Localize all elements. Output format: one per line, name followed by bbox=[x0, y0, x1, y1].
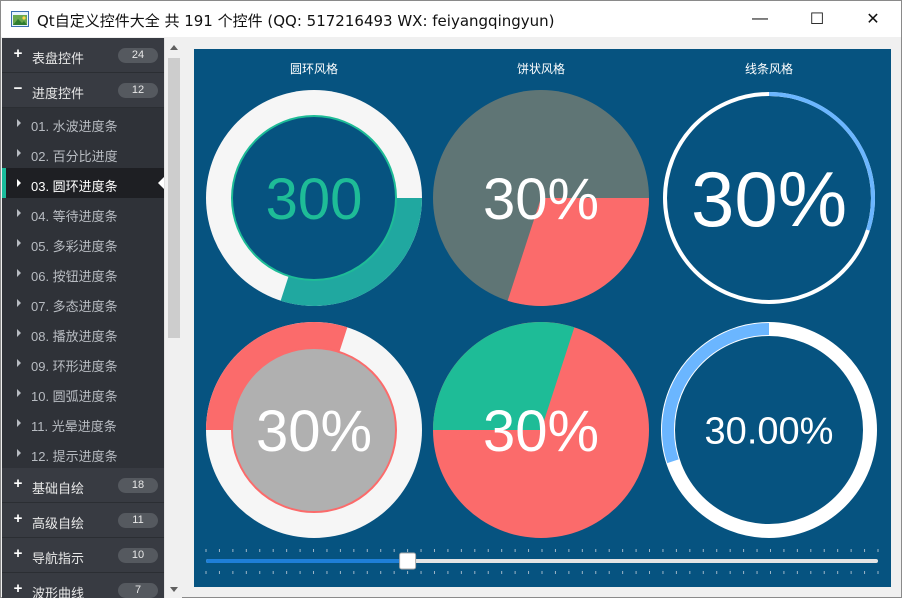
title-bar: Qt自定义控件大全 共 191 个控件 (QQ: 517216493 WX: f… bbox=[1, 1, 901, 37]
count-badge: 12 bbox=[118, 83, 158, 98]
nav-group-label: 表盘控件 bbox=[32, 51, 85, 66]
nav-item[interactable]: 05. 多彩进度条 bbox=[2, 228, 164, 258]
count-badge: 18 bbox=[118, 478, 158, 493]
nav-group-label: 基础自绘 bbox=[32, 481, 85, 496]
nav-item[interactable]: 02. 百分比进度 bbox=[2, 138, 164, 168]
nav-group-label: 导航指示 bbox=[32, 551, 85, 566]
ring-value-label: 300 bbox=[266, 167, 363, 232]
count-badge: 7 bbox=[118, 583, 158, 598]
nav-item-label: 10. 圆弧进度条 bbox=[31, 389, 118, 404]
caret-right-icon bbox=[17, 299, 21, 307]
line-value-label: 30% bbox=[691, 155, 847, 243]
nav-item[interactable]: 06. 按钮进度条 bbox=[2, 258, 164, 288]
slider-handle[interactable] bbox=[399, 552, 417, 570]
nav-item[interactable]: 08. 播放进度条 bbox=[2, 318, 164, 348]
caret-right-icon bbox=[17, 419, 21, 427]
nav-item-label: 04. 等待进度条 bbox=[31, 209, 118, 224]
nav-group-label: 进度控件 bbox=[32, 86, 85, 101]
expand-icon: + bbox=[13, 545, 23, 562]
nav-item[interactable]: 12. 提示进度条 bbox=[2, 438, 164, 468]
progress-demo-canvas: 圆环风格 饼状风格 线条风格 300 30% 30% 30% 30% 30.00% bbox=[205, 61, 879, 574]
nav-item[interactable]: 09. 环形进度条 bbox=[2, 348, 164, 378]
nav-item-label: 07. 多态进度条 bbox=[31, 299, 118, 314]
nav-item-label: 01. 水波进度条 bbox=[31, 119, 118, 134]
nav-item-label: 03. 圆环进度条 bbox=[31, 179, 118, 194]
nav-group-basic-draw[interactable]: + 基础自绘 18 bbox=[2, 468, 164, 503]
nav-item-label: 05. 多彩进度条 bbox=[31, 239, 118, 254]
scroll-thumb[interactable] bbox=[168, 58, 180, 338]
nav-item-label: 02. 百分比进度 bbox=[31, 149, 118, 164]
caret-right-icon bbox=[17, 209, 21, 217]
app-window: Qt自定义控件大全 共 191 个控件 (QQ: 517216493 WX: f… bbox=[0, 0, 902, 598]
scroll-up-icon[interactable] bbox=[170, 45, 178, 50]
nav-group-waveform[interactable]: + 波形曲线 7 bbox=[2, 573, 164, 598]
nav-group-label: 高级自绘 bbox=[32, 516, 85, 531]
caret-right-icon bbox=[17, 149, 21, 157]
ring-value-label: 30% bbox=[256, 399, 372, 464]
nav-group-navigation[interactable]: + 导航指示 10 bbox=[2, 538, 164, 573]
nav-item[interactable]: 01. 水波进度条 bbox=[2, 108, 164, 138]
window-title: Qt自定义控件大全 共 191 个控件 (QQ: 517216493 WX: f… bbox=[37, 12, 555, 30]
nav-group-advanced-draw[interactable]: + 高级自绘 11 bbox=[2, 503, 164, 538]
caret-right-icon bbox=[17, 389, 21, 397]
minimize-button[interactable]: — bbox=[731, 1, 789, 37]
nav-item[interactable]: 07. 多态进度条 bbox=[2, 288, 164, 318]
selection-indicator bbox=[2, 168, 6, 198]
line-value-label: 30.00% bbox=[705, 411, 834, 453]
sidebar-nav: + 表盘控件 24 − 进度控件 12 01. 水波进度条 02. 百分比进度 … bbox=[2, 38, 164, 598]
caret-right-icon bbox=[17, 179, 21, 187]
nav-item-selected[interactable]: 03. 圆环进度条 bbox=[2, 168, 164, 198]
caret-right-icon bbox=[17, 119, 21, 127]
expand-icon: + bbox=[13, 45, 23, 62]
nav-item-label: 09. 环形进度条 bbox=[31, 359, 118, 374]
count-badge: 10 bbox=[118, 548, 158, 563]
scroll-down-icon[interactable] bbox=[170, 587, 178, 592]
collapse-icon: − bbox=[13, 80, 23, 97]
sidebar-scrollbar[interactable] bbox=[164, 38, 182, 598]
caret-right-icon bbox=[17, 329, 21, 337]
expand-icon: + bbox=[13, 475, 23, 492]
nav-group-label: 波形曲线 bbox=[32, 586, 85, 598]
nav-group-dial-controls[interactable]: + 表盘控件 24 bbox=[2, 38, 164, 73]
caret-right-icon bbox=[17, 239, 21, 247]
nav-item-label: 08. 播放进度条 bbox=[31, 329, 118, 344]
close-button[interactable]: ✕ bbox=[844, 1, 902, 37]
nav-item[interactable]: 11. 光晕进度条 bbox=[2, 408, 164, 438]
count-badge: 11 bbox=[118, 513, 158, 528]
demo-panel: 圆环风格 饼状风格 线条风格 300 30% 30% 30% 30% 30.00% bbox=[194, 49, 891, 587]
nav-item-label: 06. 按钮进度条 bbox=[31, 269, 118, 284]
nav-group-progress-controls[interactable]: − 进度控件 12 bbox=[2, 73, 164, 108]
maximize-button[interactable]: ☐ bbox=[788, 1, 846, 37]
header-pie-style: 饼状风格 bbox=[517, 61, 565, 76]
nav-item-label: 12. 提示进度条 bbox=[31, 449, 118, 464]
caret-right-icon bbox=[17, 359, 21, 367]
header-ring-style: 圆环风格 bbox=[290, 61, 338, 76]
expand-icon: + bbox=[13, 510, 23, 527]
caret-right-icon bbox=[17, 269, 21, 277]
app-icon bbox=[11, 11, 29, 27]
pie-value-label: 30% bbox=[483, 399, 599, 464]
caret-right-icon bbox=[17, 449, 21, 457]
header-line-style: 线条风格 bbox=[745, 61, 793, 76]
slider-fill bbox=[206, 559, 408, 563]
nav-item[interactable]: 04. 等待进度条 bbox=[2, 198, 164, 228]
count-badge: 24 bbox=[118, 48, 158, 63]
pie-value-label: 30% bbox=[483, 167, 599, 232]
nav-item[interactable]: 10. 圆弧进度条 bbox=[2, 378, 164, 408]
expand-icon: + bbox=[13, 580, 23, 597]
nav-item-label: 11. 光晕进度条 bbox=[31, 419, 117, 434]
